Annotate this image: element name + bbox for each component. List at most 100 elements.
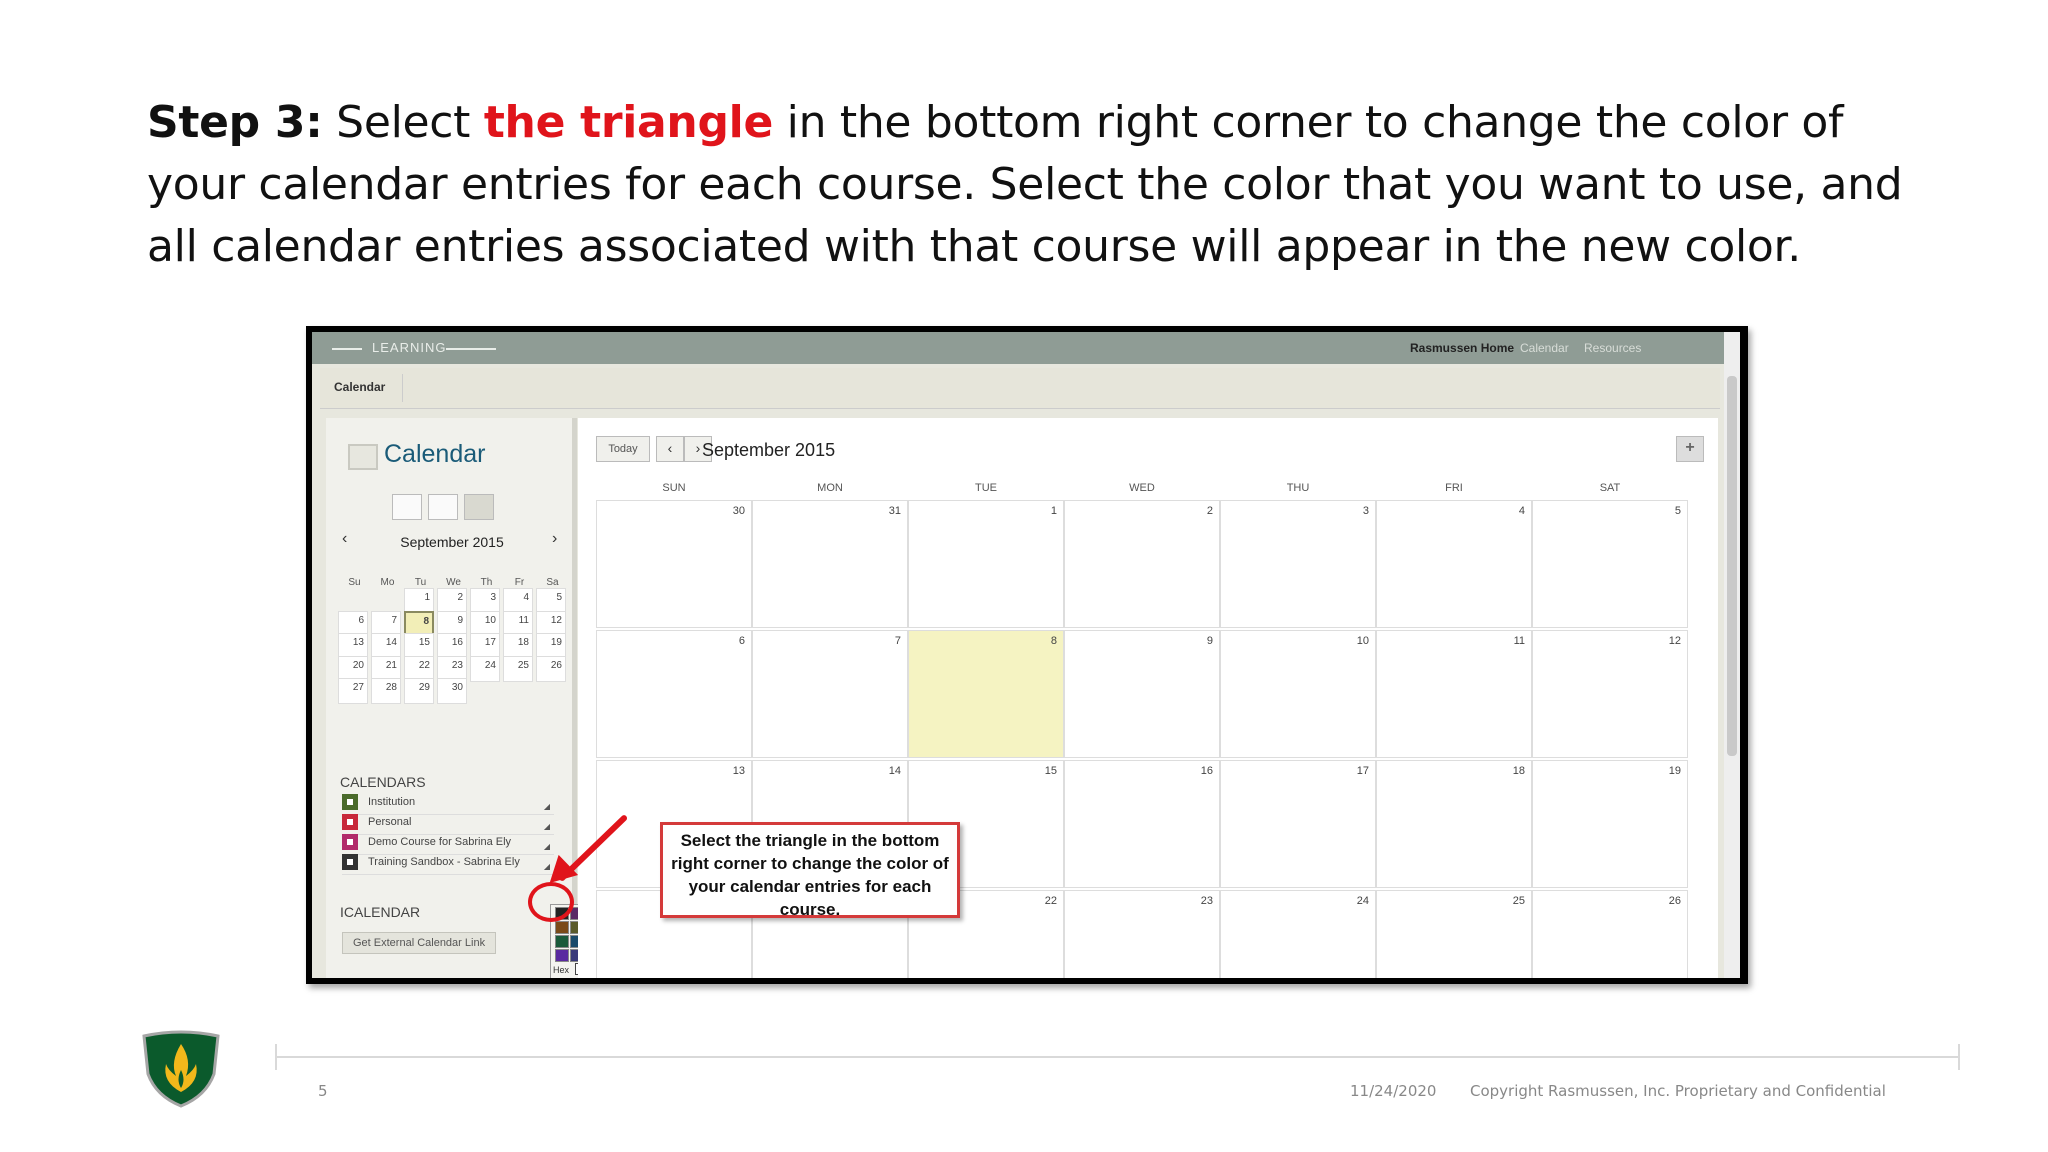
day-cell[interactable]: 26 bbox=[1532, 890, 1688, 978]
calendar-item[interactable]: Training Sandbox - Sabrina Ely ◢ bbox=[342, 852, 554, 875]
day-number: 10 bbox=[1356, 635, 1369, 647]
today-button[interactable]: Today bbox=[596, 436, 650, 462]
mini-calendar-header: ‹ September 2015 › bbox=[340, 530, 564, 550]
step-label: Step 3: bbox=[147, 97, 323, 148]
mini-day[interactable]: 29 bbox=[404, 678, 434, 704]
mini-day[interactable]: 25 bbox=[503, 655, 533, 682]
day-cell[interactable]: 8 bbox=[908, 630, 1064, 758]
month-view-icon[interactable] bbox=[464, 494, 494, 520]
mini-next-icon[interactable]: › bbox=[552, 530, 557, 548]
day-number: 25 bbox=[1512, 895, 1525, 907]
divider bbox=[275, 1044, 277, 1070]
footer-copyright: Copyright Rasmussen, Inc. Proprietary an… bbox=[1470, 1082, 1886, 1100]
day-number: 26 bbox=[1668, 895, 1681, 907]
day-cell[interactable]: 23 bbox=[1064, 890, 1220, 978]
color-triangle-icon[interactable]: ◢ bbox=[544, 822, 550, 831]
day-cell[interactable]: 25 bbox=[1376, 890, 1532, 978]
day-cell[interactable]: 30 bbox=[596, 500, 752, 628]
scrollbar[interactable] bbox=[1724, 332, 1740, 978]
screenshot-frame: LEARNING Rasmussen Home Calendar Resourc… bbox=[306, 326, 1748, 984]
weekday-label: SAT bbox=[1599, 482, 1621, 494]
external-calendar-link-button[interactable]: Get External Calendar Link bbox=[342, 932, 497, 954]
calendar-icon bbox=[348, 444, 378, 470]
day-cell[interactable]: 17 bbox=[1220, 760, 1376, 888]
day-cell[interactable]: 24 bbox=[1220, 890, 1376, 978]
color-swatch[interactable] bbox=[555, 949, 569, 962]
page-number: 5 bbox=[318, 1082, 328, 1100]
color-swatch[interactable] bbox=[555, 935, 569, 948]
weekday-label: WED bbox=[1129, 482, 1155, 494]
day-cell[interactable]: 18 bbox=[1376, 760, 1532, 888]
calendar-name: Training Sandbox - Sabrina Ely bbox=[368, 856, 520, 868]
mini-weekday: Su bbox=[348, 577, 361, 588]
week-view-icon[interactable] bbox=[428, 494, 458, 520]
day-cell[interactable]: 19 bbox=[1532, 760, 1688, 888]
footer-divider bbox=[275, 1044, 1960, 1070]
day-cell[interactable]: 2 bbox=[1064, 500, 1220, 628]
day-number: 24 bbox=[1356, 895, 1369, 907]
day-number: 7 bbox=[894, 635, 901, 647]
highlight-circle bbox=[528, 882, 574, 922]
checkbox-mark bbox=[347, 839, 353, 845]
day-cell[interactable]: 1 bbox=[908, 500, 1064, 628]
calendar-checkbox[interactable] bbox=[342, 854, 358, 870]
day-cell[interactable]: 12 bbox=[1532, 630, 1688, 758]
color-triangle-icon[interactable]: ◢ bbox=[544, 842, 550, 851]
checkbox-mark bbox=[347, 799, 353, 805]
color-swatch[interactable] bbox=[555, 921, 569, 934]
calendar-checkbox[interactable] bbox=[342, 834, 358, 850]
day-cell[interactable]: 10 bbox=[1220, 630, 1376, 758]
day-number: 16 bbox=[1200, 765, 1213, 777]
mini-month-label: September 2015 bbox=[400, 534, 504, 550]
page-title: Calendar bbox=[384, 440, 486, 468]
day-number: 31 bbox=[888, 505, 901, 517]
day-cell[interactable]: 7 bbox=[752, 630, 908, 758]
divider bbox=[446, 348, 496, 350]
top-nav-bar: LEARNING Rasmussen Home Calendar Resourc… bbox=[312, 332, 1724, 364]
calendar-name: Institution bbox=[368, 796, 416, 808]
app-window: LEARNING Rasmussen Home Calendar Resourc… bbox=[312, 332, 1740, 978]
hex-label: Hex bbox=[553, 965, 570, 975]
day-cell[interactable]: 4 bbox=[1376, 500, 1532, 628]
weekday-label: THU bbox=[1286, 482, 1310, 494]
prev-month-button[interactable]: ‹ bbox=[656, 436, 684, 462]
nav-calendar[interactable]: Calendar bbox=[1520, 341, 1569, 355]
day-number: 23 bbox=[1200, 895, 1213, 907]
mini-day[interactable]: 30 bbox=[437, 678, 467, 704]
day-cell[interactable]: 31 bbox=[752, 500, 908, 628]
icalendar-heading: ICALENDAR bbox=[340, 904, 421, 920]
breadcrumb-calendar[interactable]: Calendar bbox=[334, 380, 385, 394]
calendars-heading: CALENDARS bbox=[340, 774, 426, 790]
day-number: 5 bbox=[1674, 505, 1681, 517]
day-view-icon[interactable] bbox=[392, 494, 422, 520]
day-cell[interactable]: 5 bbox=[1532, 500, 1688, 628]
color-triangle-icon[interactable]: ◢ bbox=[544, 802, 550, 811]
calendar-name: Personal bbox=[368, 816, 412, 828]
day-cell[interactable]: 9 bbox=[1064, 630, 1220, 758]
day-cell[interactable]: 6 bbox=[596, 630, 752, 758]
mini-day[interactable]: 27 bbox=[338, 678, 368, 704]
mini-day[interactable]: 26 bbox=[536, 655, 566, 682]
mini-day[interactable]: 24 bbox=[470, 655, 500, 682]
day-number: 14 bbox=[888, 765, 901, 777]
scrollbar-thumb[interactable] bbox=[1727, 376, 1737, 756]
day-number: 6 bbox=[738, 635, 745, 647]
day-number: 18 bbox=[1512, 765, 1525, 777]
day-number: 4 bbox=[1518, 505, 1525, 517]
weekday-label: FRI bbox=[1445, 482, 1463, 494]
day-number: 3 bbox=[1362, 505, 1369, 517]
nav-resources[interactable]: Resources bbox=[1584, 341, 1641, 355]
day-cell[interactable]: 11 bbox=[1376, 630, 1532, 758]
day-cell[interactable]: 3 bbox=[1220, 500, 1376, 628]
day-cell[interactable]: 16 bbox=[1064, 760, 1220, 888]
step-highlight: the triangle bbox=[483, 97, 773, 148]
add-event-button[interactable]: + bbox=[1676, 436, 1704, 462]
nav-rasmussen-home[interactable]: Rasmussen Home bbox=[1410, 341, 1514, 355]
checkbox-mark bbox=[347, 819, 353, 825]
calendar-checkbox[interactable] bbox=[342, 794, 358, 810]
mini-day[interactable]: 28 bbox=[371, 678, 401, 704]
calendar-checkbox[interactable] bbox=[342, 814, 358, 830]
day-number: 13 bbox=[732, 765, 745, 777]
day-number: 22 bbox=[1044, 895, 1057, 907]
divider bbox=[1958, 1044, 1960, 1070]
